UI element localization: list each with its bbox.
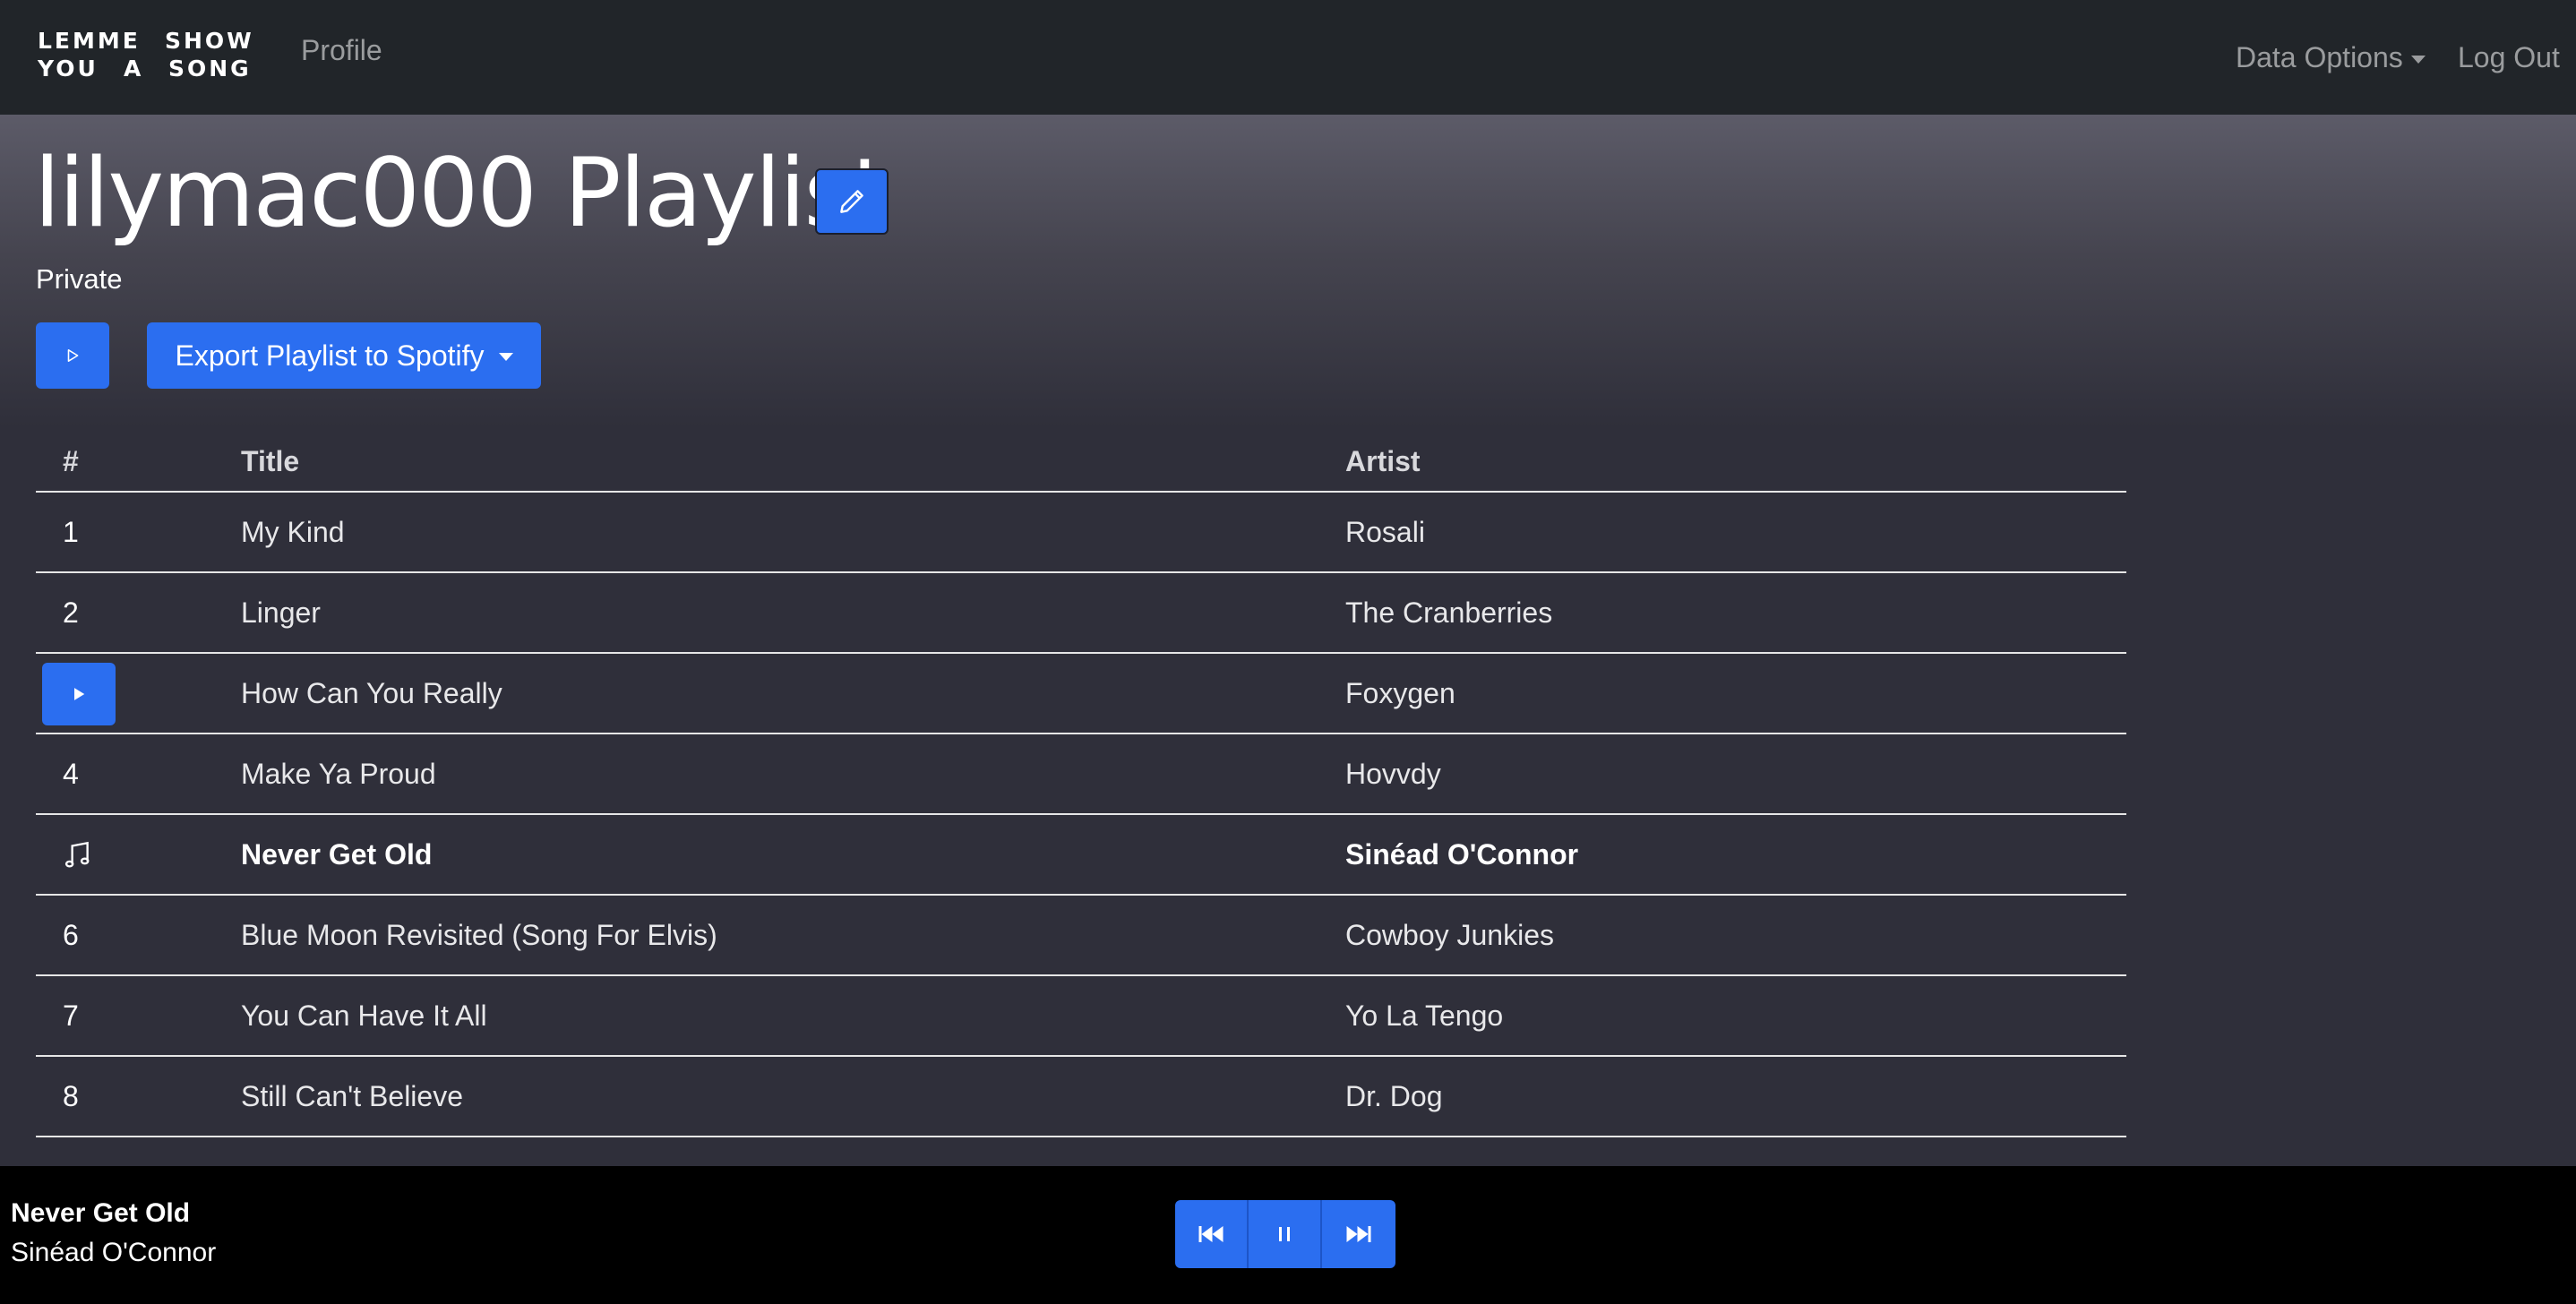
table-row[interactable]: 6 Blue Moon Revisited (Song For Elvis) C… [36,896,2126,976]
export-spotify-dropdown-button[interactable]: Export Playlist to Spotify [147,322,541,389]
track-title: Still Can't Believe [241,1079,463,1112]
caret-down-icon [2410,55,2426,64]
track-number: 1 [63,515,79,548]
track-number: 7 [63,999,79,1032]
track-title: Never Get Old [241,837,433,871]
track-number: 6 [63,918,79,951]
table-row[interactable]: 1 My Kind Rosali [36,493,2126,573]
table-row[interactable]: 8 Still Can't Believe Dr. Dog [36,1057,2126,1137]
nav-profile-link[interactable]: Profile [301,34,382,67]
logout-link[interactable]: Log Out [2458,41,2560,74]
table-row[interactable]: 2 Linger The Cranberries [36,573,2126,654]
track-artist: Sinéad O'Connor [1345,837,1579,871]
playlist-title: lilymac000 Playlist [34,138,889,248]
playback-controls [1175,1200,1395,1268]
previous-button[interactable] [1175,1200,1249,1268]
edit-title-button[interactable] [815,168,889,235]
track-title: My Kind [241,515,345,548]
play-icon [74,688,85,700]
track-artist: The Cranberries [1345,596,1553,629]
brand-word: SONG [168,56,252,82]
track-artist: Rosali [1345,515,1425,548]
skip-forward-icon [1346,1226,1371,1242]
track-title: Linger [241,596,321,629]
track-artist: Hovvdy [1345,757,1441,790]
track-artist: Yo La Tengo [1345,999,1504,1032]
brand-word: A [124,56,144,82]
next-button[interactable] [1322,1200,1395,1268]
track-title: How Can You Really [241,676,502,709]
track-title: Blue Moon Revisited (Song For Elvis) [241,918,717,951]
data-options-label: Data Options [2236,41,2403,73]
playlist-table: # Title Artist 1 My Kind Rosali 2 Linger… [36,432,2126,1137]
player-bar: Never Get Old Sinéad O'Connor [0,1166,2576,1304]
data-options-dropdown[interactable]: Data Options [2236,41,2426,74]
track-artist: Cowboy Junkies [1345,918,1554,951]
table-row[interactable]: How Can You Really Foxygen [36,654,2126,734]
export-label: Export Playlist to Spotify [175,339,485,372]
table-row-now-playing[interactable]: Never Get Old Sinéad O'Connor [36,815,2126,896]
pause-icon [1276,1227,1292,1241]
track-number: 8 [63,1079,79,1112]
now-playing-title: Never Get Old [11,1198,191,1228]
header-number: # [63,444,79,477]
brand-logo[interactable]: LEMME SHOW YOU A SONG [38,27,254,82]
play-playlist-button[interactable] [36,322,109,389]
navbar: LEMME SHOW YOU A SONG Profile Data Optio… [0,0,2576,115]
table-header: # Title Artist [36,432,2126,493]
caret-down-icon [498,353,513,361]
track-artist: Foxygen [1345,676,1455,709]
pause-button[interactable] [1249,1200,1322,1268]
now-playing-artist: Sinéad O'Connor [11,1238,217,1267]
brand-word: YOU [38,56,99,82]
track-artist: Dr. Dog [1345,1079,1443,1112]
skip-back-icon [1198,1226,1224,1242]
table-row[interactable]: 4 Make Ya Proud Hovvdy [36,734,2126,815]
pencil-icon [840,190,863,213]
header-artist: Artist [1345,444,1421,477]
track-title: Make Ya Proud [241,757,436,790]
track-play-button[interactable] [42,663,116,725]
track-title: You Can Have It All [241,999,487,1032]
header-title: Title [241,444,300,477]
privacy-status: Private [36,263,123,295]
music-note-icon [63,815,93,894]
table-row[interactable]: 7 You Can Have It All Yo La Tengo [36,976,2126,1057]
brand-word: LEMME [38,28,141,54]
play-outline-icon [67,349,79,362]
track-number: 4 [63,757,79,790]
track-number: 2 [63,596,79,629]
brand-word: SHOW [165,28,254,54]
